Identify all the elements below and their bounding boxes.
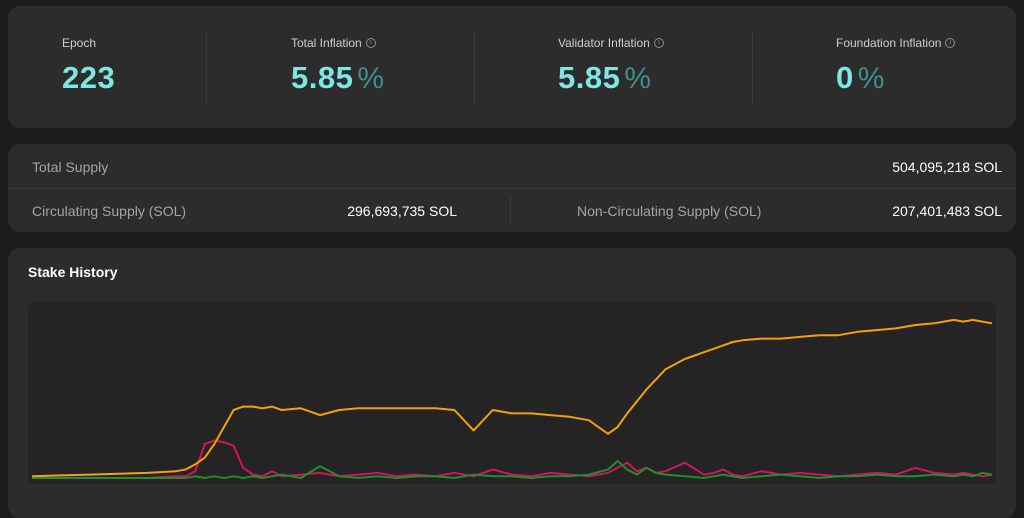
stat-divider <box>206 32 207 104</box>
info-icon[interactable]: i <box>365 37 376 48</box>
stake-history-card: Stake History <box>8 248 1016 518</box>
stat-divider <box>752 32 753 104</box>
total-supply-label: Total Supply <box>32 159 109 175</box>
total-inflation-value: 5.85 <box>291 60 354 95</box>
foundation-inflation-value: 0 <box>836 60 854 95</box>
stake-history-title: Stake History <box>28 264 118 280</box>
circulating-supply-label: Circulating Supply (SOL) <box>32 203 187 219</box>
foundation-inflation-stat: Foundation Inflation i 0% <box>764 6 1016 128</box>
non-circulating-supply-label: Non-Circulating Supply (SOL) <box>577 203 762 219</box>
non-circulating-supply-value: 207,401,483 SOL <box>892 203 1002 219</box>
total-supply-value: 504,095,218 SOL <box>892 159 1002 175</box>
validator-inflation-stat: Validator Inflation i 5.85% <box>512 6 764 128</box>
foundation-inflation-label: Foundation Inflation <box>836 36 942 50</box>
info-icon[interactable]: i <box>653 37 664 48</box>
percent-unit: % <box>857 62 885 95</box>
series-line-orange <box>31 318 993 478</box>
info-icon[interactable]: i <box>945 37 956 48</box>
supply-divider <box>8 188 1016 189</box>
supply-card: Total Supply 504,095,218 SOL Circulating… <box>8 144 1016 232</box>
stake-history-chart[interactable] <box>28 302 996 484</box>
epoch-label: Epoch <box>62 36 97 50</box>
epoch-value: 223 <box>62 60 116 95</box>
validator-inflation-value: 5.85 <box>558 60 621 95</box>
stat-divider <box>474 32 475 104</box>
percent-unit: % <box>357 62 385 95</box>
percent-unit: % <box>624 62 652 95</box>
epoch-stat: Epoch 223 <box>8 6 260 128</box>
validator-inflation-label: Validator Inflation <box>558 36 650 50</box>
supply-divider <box>510 196 511 224</box>
inflation-stats-card: Epoch 223 Total Inflation i 5.85% Validat… <box>8 6 1016 128</box>
stake-history-chart-svg <box>31 318 993 479</box>
circulating-supply-value: 296,693,735 SOL <box>347 203 457 219</box>
series-line-magenta <box>32 439 993 479</box>
total-inflation-label: Total Inflation <box>291 36 362 50</box>
